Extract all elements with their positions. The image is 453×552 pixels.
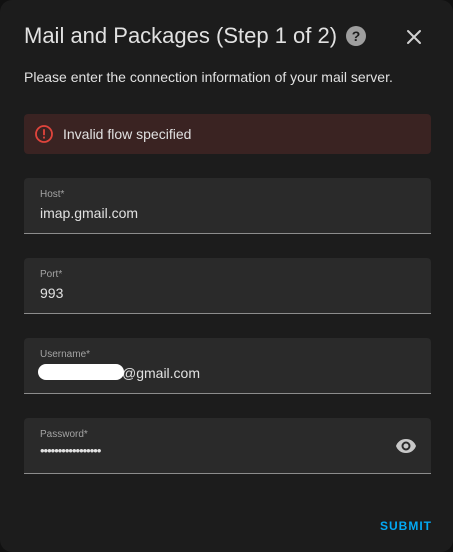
port-field[interactable]: Port* 993 [24,258,431,314]
host-label: Host* [40,189,65,200]
help-circle-icon[interactable]: ? [346,26,367,46]
config-flow-dialog: Mail and Packages (Step 1 of 2) ? Please… [0,0,453,552]
dialog-title: Mail and Packages (Step 1 of 2) [24,23,338,48]
redaction-mark [38,364,124,380]
username-input[interactable]: @gmail.com [122,365,200,381]
port-label: Port* [40,269,63,280]
port-input[interactable]: 993 [40,285,63,301]
error-message: Invalid flow specified [63,126,192,142]
password-label: Password* [40,429,88,440]
password-field[interactable]: Password* ••••••••••••••••• [24,418,431,474]
password-input[interactable]: ••••••••••••••••• [40,443,101,458]
dialog-description: Please enter the connection information … [24,69,393,85]
host-field[interactable]: Host* imap.gmail.com [24,178,431,234]
close-icon[interactable] [404,27,424,47]
eye-icon[interactable] [394,434,418,458]
alert-circle-icon [35,125,53,143]
host-input[interactable]: imap.gmail.com [40,205,138,221]
username-field[interactable]: Username* @gmail.com [24,338,431,394]
username-label: Username* [40,349,91,360]
error-alert: Invalid flow specified [24,114,431,154]
submit-button[interactable]: SUBMIT [380,519,432,533]
dialog-header: Mail and Packages (Step 1 of 2) ? [24,18,437,54]
